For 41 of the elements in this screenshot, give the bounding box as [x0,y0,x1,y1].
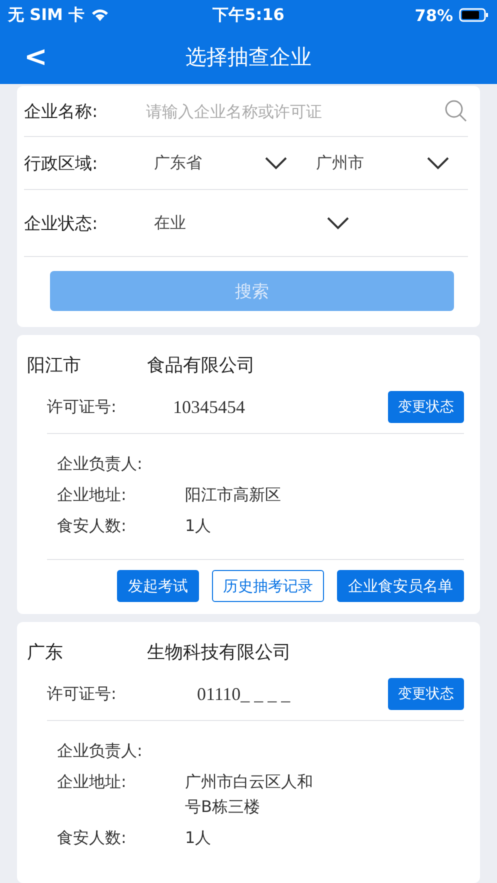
search-icon[interactable] [444,99,468,123]
chevron-down-icon [264,156,288,170]
chevron-down-icon [426,156,450,170]
info-value: 号B栋三楼 [185,797,261,818]
province-dropdown[interactable]: 广东省 [144,152,294,174]
info-value: 广州市白云区人和 [185,772,313,793]
action-button[interactable]: 企业食安员名单 [337,570,464,602]
info-label: 企业地址: [57,772,128,793]
clock-text: 下午5:16 [212,4,284,26]
action-button[interactable]: 历史抽考记录 [212,570,324,602]
city-dropdown[interactable]: 广州市 [306,152,456,174]
change-status-button[interactable]: 变更状态 [388,391,464,423]
company-name: 食品有限公司 [147,354,255,377]
info-value: 1人 [185,828,212,849]
change-status-button[interactable]: 变更状态 [388,678,464,710]
field-label: 企业状态: [24,212,99,234]
info-label: 企业负责人: [57,741,144,762]
page-title: 选择抽查企业 [186,44,312,71]
license-number: 10345454 [173,396,246,418]
wifi-icon [90,8,109,22]
battery-icon [458,8,489,22]
chevron-down-icon [326,216,350,230]
carrier-text: 无 SIM 卡 [8,4,85,26]
company-name: 生物科技有限公司 [147,641,291,664]
info-label: 食安人数: [57,516,128,537]
info-label: 企业负责人: [57,454,144,475]
field-label: 企业名称: [24,100,99,122]
license-label: 许可证号: [47,396,118,418]
license-number: 01110_ _ _ _ [197,684,292,704]
info-value: 阳江市高新区 [185,485,281,506]
info-label: 食安人数: [57,828,128,849]
info-label: 企业地址: [57,485,128,506]
license-label: 许可证号: [47,684,118,704]
status-dropdown[interactable]: 在业 [144,212,356,234]
field-label: 行政区域: [24,152,99,174]
company-region: 广东 [27,641,64,664]
battery-text: 78% [414,6,453,24]
company-region: 阳江市 [27,354,82,377]
action-button[interactable]: 发起考试 [117,570,199,602]
info-value: 1人 [185,516,212,537]
back-button[interactable]: < [18,40,54,73]
